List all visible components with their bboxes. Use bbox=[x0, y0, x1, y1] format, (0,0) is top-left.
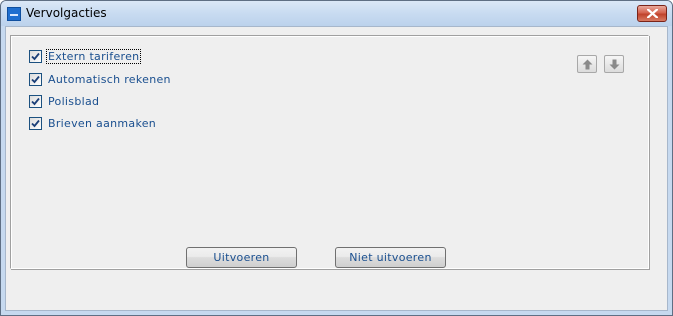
arrow-up-icon bbox=[582, 59, 593, 70]
checkbox-automatisch-rekenen[interactable]: Automatisch rekenen bbox=[29, 71, 172, 87]
checkbox-extern-tariferen[interactable]: Extern tariferen bbox=[29, 48, 142, 64]
skip-button[interactable]: Niet uitvoeren bbox=[335, 247, 446, 268]
move-up-button[interactable] bbox=[577, 55, 597, 73]
arrow-down-icon bbox=[609, 59, 620, 70]
checkbox-brieven-aanmaken[interactable]: Brieven aanmaken bbox=[29, 115, 157, 131]
checkmark-icon bbox=[31, 119, 40, 127]
move-down-button[interactable] bbox=[604, 55, 624, 73]
checkbox-polisblad[interactable]: Polisblad bbox=[29, 93, 100, 109]
checkbox-label[interactable]: Polisblad bbox=[47, 95, 100, 108]
dialog-window: Vervolgacties Extern tariferen Automatis… bbox=[0, 0, 673, 316]
execute-button[interactable]: Uitvoeren bbox=[186, 247, 297, 268]
checkbox[interactable] bbox=[29, 49, 42, 63]
checkmark-icon bbox=[31, 75, 40, 83]
app-icon bbox=[7, 7, 21, 21]
checkbox[interactable] bbox=[29, 94, 42, 108]
checkbox[interactable] bbox=[29, 72, 42, 86]
actions-panel: Extern tariferen Automatisch rekenen Pol… bbox=[10, 35, 649, 269]
close-icon bbox=[647, 9, 658, 18]
checkbox-label[interactable]: Automatisch rekenen bbox=[47, 73, 172, 86]
checkbox-label[interactable]: Extern tariferen bbox=[45, 48, 142, 64]
checkmark-icon bbox=[31, 52, 40, 60]
title-bar[interactable]: Vervolgacties bbox=[1, 1, 672, 26]
checkbox[interactable] bbox=[29, 116, 42, 130]
dialog-body: Extern tariferen Automatisch rekenen Pol… bbox=[5, 26, 668, 311]
close-button[interactable] bbox=[637, 5, 667, 22]
window-title: Vervolgacties bbox=[26, 6, 107, 20]
checkmark-icon bbox=[31, 97, 40, 105]
checkbox-label[interactable]: Brieven aanmaken bbox=[47, 117, 157, 130]
